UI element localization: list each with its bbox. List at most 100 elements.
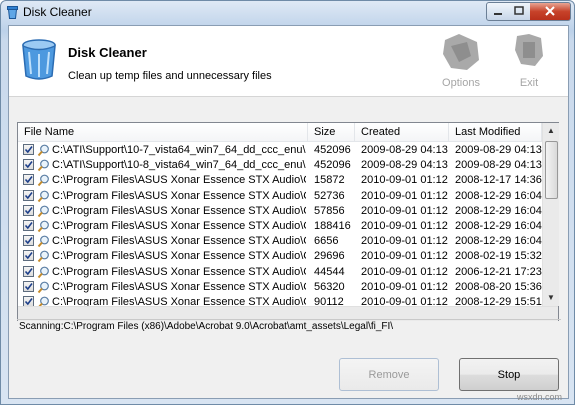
cell-size: 6656	[314, 235, 339, 248]
magnifier-icon	[37, 281, 49, 293]
list-body: C:\ATI\Support\10-7_vista64_win7_64_dd_c…	[18, 142, 542, 306]
scroll-up-icon[interactable]: ▲	[543, 123, 559, 139]
table-row[interactable]: C:\ATI\Support\10-7_vista64_win7_64_dd_c…	[18, 143, 542, 158]
table-row[interactable]: C:\Program Files\ASUS Xonar Essence STX …	[18, 234, 542, 249]
cell-created: 2010-09-01 01:12	[361, 265, 448, 278]
row-checkbox[interactable]	[23, 296, 34, 306]
cell-file-name: C:\Program Files\ASUS Xonar Essence STX …	[52, 174, 306, 187]
cell-last-modified: 2008-12-29 16:04	[455, 189, 542, 202]
cell-last-modified: 2008-12-29 16:04	[455, 204, 542, 217]
vertical-scrollbar[interactable]: ▲ ▼	[542, 123, 559, 306]
app-title: Disk Cleaner	[68, 45, 147, 60]
cell-size: 90112	[314, 296, 344, 306]
row-checkbox[interactable]	[23, 144, 34, 155]
options-icon	[443, 34, 479, 70]
trash-can-icon	[7, 6, 18, 19]
row-checkbox[interactable]	[23, 280, 34, 292]
cell-size: 188416	[314, 220, 351, 232]
table-row[interactable]: C:\Program Files\ASUS Xonar Essence STX …	[18, 280, 542, 295]
checkmark-icon	[24, 298, 33, 306]
cell-created: 2010-09-01 01:12	[361, 280, 448, 293]
cell-created: 2009-08-29 04:13	[361, 144, 448, 156]
list-header: File Name Size Created Last Modified	[18, 123, 542, 142]
row-checkbox[interactable]	[23, 265, 34, 277]
row-checkbox[interactable]	[23, 220, 34, 231]
row-checkbox[interactable]	[23, 204, 34, 216]
magnifier-icon	[37, 266, 49, 278]
title-bar[interactable]: Disk Cleaner	[1, 1, 574, 25]
minimize-button[interactable]	[486, 2, 510, 21]
cell-created: 2010-09-01 01:12	[361, 250, 448, 263]
cell-file-name: C:\Program Files\ASUS Xonar Essence STX …	[52, 220, 306, 232]
cell-last-modified: 2008-12-29 15:51	[455, 296, 542, 306]
cell-created: 2010-09-01 01:12	[361, 220, 448, 232]
options-button[interactable]: Options	[431, 30, 491, 92]
file-list[interactable]: File Name Size Created Last Modified C:\…	[17, 122, 559, 321]
checkmark-icon	[24, 267, 33, 275]
checkmark-icon	[24, 237, 33, 245]
table-row[interactable]: C:\Program Files\ASUS Xonar Essence STX …	[18, 219, 542, 234]
cell-size: 29696	[314, 250, 345, 263]
column-header-last-modified[interactable]: Last Modified	[449, 123, 542, 142]
column-header-created[interactable]: Created	[355, 123, 449, 142]
cell-size: 52736	[314, 189, 345, 202]
cell-last-modified: 2008-02-19 15:32	[455, 250, 542, 263]
column-header-file-name[interactable]: File Name	[18, 123, 308, 142]
row-checkbox[interactable]	[23, 189, 34, 201]
watermark: wsxdn.com	[517, 392, 563, 402]
main-panel: Disk Cleaner Clean up temp files and unn…	[8, 25, 569, 399]
cell-file-name: C:\Program Files\ASUS Xonar Essence STX …	[52, 296, 306, 306]
table-row[interactable]: C:\ATI\Support\10-8_vista64_win7_64_dd_c…	[18, 158, 542, 173]
window-title: Disk Cleaner	[23, 5, 92, 19]
cell-last-modified: 2008-12-29 16:04	[455, 220, 542, 232]
table-row[interactable]: C:\Program Files\ASUS Xonar Essence STX …	[18, 295, 542, 306]
magnifier-icon	[37, 144, 49, 157]
cell-last-modified: 2009-08-29 04:13	[455, 144, 542, 156]
table-row[interactable]: C:\Program Files\ASUS Xonar Essence STX …	[18, 265, 542, 280]
scan-status: Scanning:C:\Program Files (x86)\Adobe\Ac…	[17, 319, 561, 333]
cell-created: 2010-09-01 01:12	[361, 204, 448, 217]
checkmark-icon	[24, 222, 33, 230]
magnifier-icon	[37, 159, 49, 172]
app-subtitle: Clean up temp files and unnecessary file…	[68, 70, 272, 82]
cell-size: 44544	[314, 265, 345, 278]
stop-button[interactable]: Stop	[459, 358, 559, 391]
cell-file-name: C:\Program Files\ASUS Xonar Essence STX …	[52, 204, 306, 217]
cell-file-name: C:\Program Files\ASUS Xonar Essence STX …	[52, 280, 306, 293]
trash-can-icon	[22, 39, 56, 80]
checkmark-icon	[24, 282, 33, 291]
cell-created: 2010-09-01 01:12	[361, 174, 448, 187]
table-row[interactable]: C:\Program Files\ASUS Xonar Essence STX …	[18, 249, 542, 264]
row-checkbox[interactable]	[23, 250, 34, 262]
table-row[interactable]: C:\Program Files\ASUS Xonar Essence STX …	[18, 189, 542, 204]
cell-last-modified: 2009-08-29 04:13	[455, 159, 542, 172]
magnifier-icon	[37, 220, 49, 233]
maximize-button[interactable]	[508, 2, 531, 21]
cell-created: 2010-09-01 01:12	[361, 296, 448, 306]
cell-file-name: C:\Program Files\ASUS Xonar Essence STX …	[52, 189, 306, 202]
cell-size: 452096	[314, 144, 351, 156]
remove-button[interactable]: Remove	[339, 358, 439, 391]
minimize-icon	[494, 13, 502, 15]
row-checkbox[interactable]	[23, 235, 34, 247]
column-header-size[interactable]: Size	[308, 123, 355, 142]
row-checkbox[interactable]	[23, 159, 34, 171]
cell-last-modified: 2006-12-21 17:23	[455, 265, 542, 278]
table-row[interactable]: C:\Program Files\ASUS Xonar Essence STX …	[18, 173, 542, 188]
checkmark-icon	[24, 146, 33, 154]
scroll-down-icon[interactable]: ▼	[543, 290, 559, 306]
cell-file-name: C:\Program Files\ASUS Xonar Essence STX …	[52, 235, 306, 248]
row-checkbox[interactable]	[23, 174, 34, 186]
cell-size: 57856	[314, 204, 345, 217]
checkmark-icon	[24, 176, 33, 184]
magnifier-icon	[38, 296, 49, 306]
table-row[interactable]: C:\Program Files\ASUS Xonar Essence STX …	[18, 204, 542, 219]
scrollbar-thumb[interactable]	[545, 141, 558, 199]
exit-button[interactable]: Exit	[499, 30, 559, 92]
close-button[interactable]	[530, 2, 571, 21]
options-label: Options	[442, 77, 480, 89]
magnifier-icon	[37, 190, 49, 202]
exit-icon	[515, 34, 543, 66]
magnifier-icon	[37, 235, 49, 248]
cell-file-name: C:\ATI\Support\10-8_vista64_win7_64_dd_c…	[52, 159, 306, 172]
